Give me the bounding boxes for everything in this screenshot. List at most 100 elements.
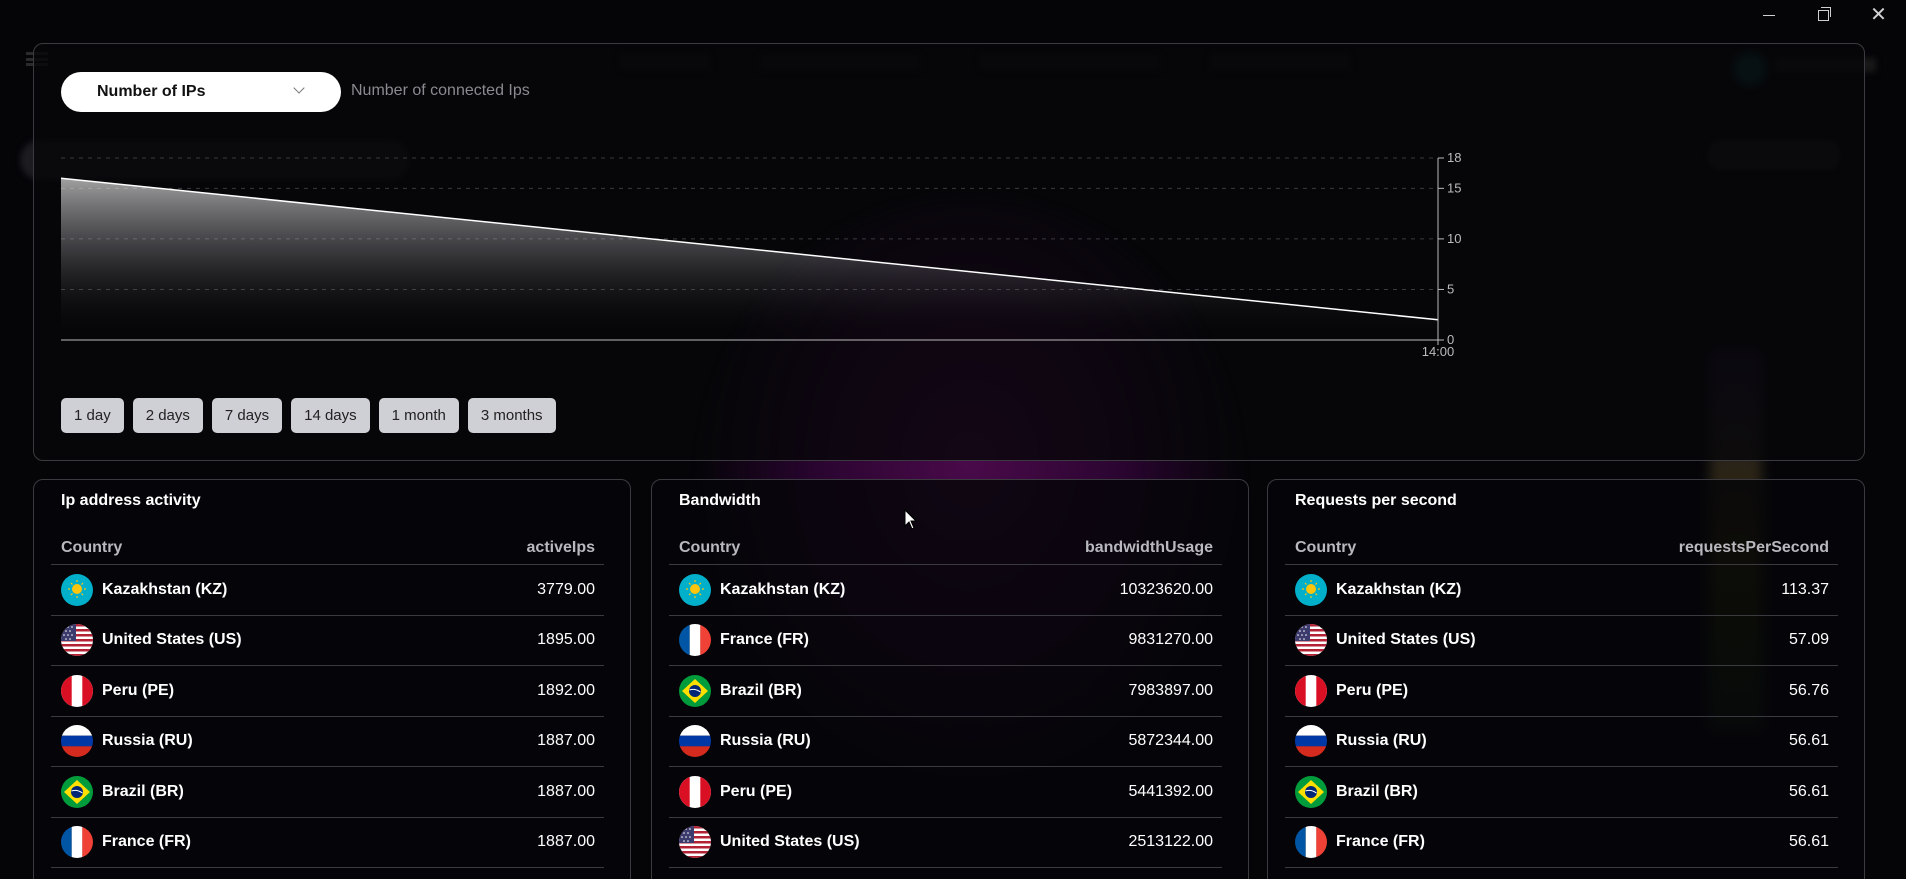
table-row[interactable]: France (FR) 9831270.00 <box>669 616 1222 666</box>
y-tick-label: 10 <box>1447 231 1461 246</box>
table-row[interactable]: Kazakhstan (KZ) 10323620.00 <box>669 565 1222 616</box>
country-cell: Russia (RU) <box>61 725 193 758</box>
country-cell: Russia (RU) <box>1295 725 1427 758</box>
table-row[interactable]: Peru (PE) 56.76 <box>1285 666 1838 717</box>
peru-flag-icon <box>1295 674 1327 707</box>
minimize-button[interactable] <box>1741 0 1796 30</box>
table-row[interactable]: Peru (PE) 5441392.00 <box>669 767 1222 818</box>
table-header: Country requestsPerSecond <box>1285 532 1838 565</box>
table-row[interactable]: United States (US) 2513122.00 <box>669 818 1222 868</box>
united-states-flag-icon <box>1295 624 1327 657</box>
country-cell: France (FR) <box>679 624 809 657</box>
value-cell: 56.61 <box>1788 732 1829 750</box>
table-row[interactable]: Peru (PE) 1892.00 <box>51 666 604 717</box>
country-name: Brazil (BR) <box>102 782 184 800</box>
value-cell: 7983897.00 <box>1128 681 1213 699</box>
country-name: Kazakhstan (KZ) <box>720 580 846 598</box>
table-row[interactable]: Russia (RU) 1887.00 <box>51 717 604 767</box>
value-cell: 57.09 <box>1788 631 1829 649</box>
country-cell: Peru (PE) <box>679 775 793 808</box>
country-name: Peru (PE) <box>720 782 793 800</box>
country-name: United States (US) <box>720 833 860 851</box>
card-title: Ip address activity <box>61 492 201 509</box>
range-button-2-days[interactable]: 2 days <box>132 398 203 433</box>
chart-panel: Number of IPs Number of connected Ips 05… <box>33 43 1865 461</box>
column-header-country[interactable]: Country <box>1295 539 1356 557</box>
value-cell: 1887.00 <box>537 732 595 750</box>
value-cell: 1887.00 <box>537 782 595 800</box>
country-cell: Russia (RU) <box>679 725 811 758</box>
column-header-country[interactable]: Country <box>61 539 122 557</box>
range-button-7-days[interactable]: 7 days <box>211 398 283 433</box>
table-row[interactable]: Russia (RU) 5872344.00 <box>669 717 1222 767</box>
country-name: Russia (RU) <box>102 732 193 750</box>
value-cell: 3779.00 <box>537 580 595 598</box>
column-header-value[interactable]: activeIps <box>527 539 595 557</box>
country-name: Peru (PE) <box>1336 681 1409 699</box>
table-row[interactable]: Brazil (BR) 7983897.00 <box>669 666 1222 717</box>
country-name: United States (US) <box>1336 631 1476 649</box>
column-header-value[interactable]: bandwidthUsage <box>1085 539 1213 557</box>
range-button-3-months[interactable]: 3 months <box>467 398 556 433</box>
kazakhstan-flag-icon <box>1295 573 1327 606</box>
ip-activity-table: Country activeIps Kazakhstan (KZ) 3779.00… <box>51 532 604 868</box>
x-tick-label: 14:00 <box>1422 344 1455 359</box>
table-row[interactable]: France (FR) 56.61 <box>1285 818 1838 868</box>
country-name: France (FR) <box>102 833 191 851</box>
card-title: Requests per second <box>1295 492 1457 509</box>
column-header-value[interactable]: requestsPerSecond <box>1679 539 1829 557</box>
table-row[interactable]: Kazakhstan (KZ) 3779.00 <box>51 565 604 616</box>
restore-icon <box>1818 6 1831 21</box>
requests-per-second-table: Country requestsPerSecond Kazakhstan (KZ… <box>1285 532 1838 868</box>
range-button-1-day[interactable]: 1 day <box>61 398 124 433</box>
kazakhstan-flag-icon <box>61 573 93 606</box>
country-name: France (FR) <box>1336 833 1425 851</box>
value-cell: 5872344.00 <box>1128 732 1213 750</box>
time-range-buttons: 1 day 2 days 7 days 14 days 1 month 3 mo… <box>61 398 556 433</box>
france-flag-icon <box>679 624 711 657</box>
series-area <box>61 178 1438 340</box>
country-name: United States (US) <box>102 631 242 649</box>
kazakhstan-flag-icon <box>679 573 711 606</box>
country-cell: United States (US) <box>1295 624 1476 657</box>
close-button[interactable]: ✕ <box>1851 0 1906 30</box>
table-row[interactable]: Brazil (BR) 1887.00 <box>51 767 604 818</box>
table-row[interactable]: United States (US) 1895.00 <box>51 616 604 666</box>
united-states-flag-icon <box>61 624 93 657</box>
peru-flag-icon <box>61 674 93 707</box>
bandwidth-table: Country bandwidthUsage Kazakhstan (KZ) 10… <box>669 532 1222 868</box>
y-tick-label: 5 <box>1447 281 1454 296</box>
card-title: Bandwidth <box>679 492 761 509</box>
russia-flag-icon <box>1295 725 1327 758</box>
table-row[interactable]: Russia (RU) 56.61 <box>1285 717 1838 767</box>
country-name: France (FR) <box>720 631 809 649</box>
country-cell: Kazakhstan (KZ) <box>61 573 228 606</box>
country-name: Russia (RU) <box>720 732 811 750</box>
value-cell: 56.61 <box>1788 833 1829 851</box>
table-row[interactable]: Brazil (BR) 56.61 <box>1285 767 1838 818</box>
united-states-flag-icon <box>679 826 711 859</box>
y-tick-label: 15 <box>1447 180 1461 195</box>
country-cell: France (FR) <box>61 826 191 859</box>
range-button-14-days[interactable]: 14 days <box>291 398 370 433</box>
country-name: Kazakhstan (KZ) <box>1336 580 1462 598</box>
country-name: Kazakhstan (KZ) <box>102 580 228 598</box>
column-header-country[interactable]: Country <box>679 539 740 557</box>
ip-activity-card: Ip address activity Country activeIps Ka… <box>33 479 631 879</box>
peru-flag-icon <box>679 775 711 808</box>
value-cell: 56.76 <box>1788 681 1829 699</box>
table-row[interactable]: United States (US) 57.09 <box>1285 616 1838 666</box>
country-name: Russia (RU) <box>1336 732 1427 750</box>
y-tick-label: 18 <box>1447 150 1461 165</box>
country-cell: France (FR) <box>1295 826 1425 859</box>
range-button-1-month[interactable]: 1 month <box>378 398 459 433</box>
restore-button[interactable] <box>1796 0 1851 30</box>
value-cell: 5441392.00 <box>1128 782 1213 800</box>
close-icon: ✕ <box>1870 4 1887 26</box>
table-row[interactable]: Kazakhstan (KZ) 113.37 <box>1285 565 1838 616</box>
country-cell: Kazakhstan (KZ) <box>1295 573 1462 606</box>
brazil-flag-icon <box>61 775 93 808</box>
country-name: Brazil (BR) <box>1336 782 1418 800</box>
table-row[interactable]: France (FR) 1887.00 <box>51 818 604 868</box>
country-cell: Brazil (BR) <box>61 775 184 808</box>
